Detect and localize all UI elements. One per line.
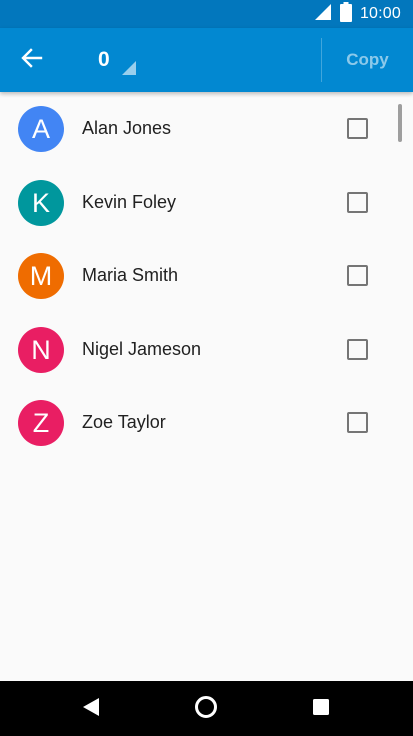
status-bar: 10:00 bbox=[0, 0, 413, 28]
contact-checkbox[interactable] bbox=[347, 118, 368, 139]
avatar: A bbox=[18, 106, 64, 152]
avatar: Z bbox=[18, 400, 64, 446]
contact-name: Alan Jones bbox=[82, 118, 172, 138]
contact-row[interactable]: K Kevin Foley bbox=[0, 166, 413, 239]
contact-row[interactable]: A Alan Jones bbox=[0, 92, 413, 165]
contact-row[interactable]: Z Zoe Taylor bbox=[0, 386, 413, 459]
contact-row[interactable]: M Maria Smith bbox=[0, 239, 413, 312]
dropdown-triangle-icon bbox=[122, 61, 136, 80]
back-triangle-icon bbox=[82, 697, 100, 722]
selected-count: 0 bbox=[98, 48, 110, 71]
contact-name: Nigel Jameson bbox=[82, 339, 202, 359]
contact-name: Zoe Taylor bbox=[82, 412, 166, 432]
app-bar: 0 Copy bbox=[0, 28, 413, 92]
back-button[interactable] bbox=[14, 42, 50, 78]
arrow-left-icon bbox=[21, 47, 43, 74]
contact-list: A Alan Jones K Kevin Foley M Maria Smith N Nige… bbox=[0, 92, 413, 681]
status-icons: 10:00 bbox=[314, 0, 401, 28]
signal-icon bbox=[314, 3, 332, 26]
contact-row[interactable]: N Nigel Jameson bbox=[0, 313, 413, 386]
battery-icon bbox=[339, 1, 352, 27]
contact-checkbox[interactable] bbox=[347, 192, 368, 213]
nav-back-button[interactable] bbox=[71, 689, 111, 729]
recents-square-icon bbox=[312, 698, 330, 721]
nav-home-button[interactable] bbox=[186, 689, 226, 729]
contact-name: Maria Smith bbox=[82, 265, 179, 285]
navigation-bar bbox=[0, 681, 413, 736]
screen: 10:00 0 Copy A Alan Jones K Kevin Foley M Mar… bbox=[0, 0, 413, 736]
avatar: K bbox=[18, 180, 64, 226]
copy-button[interactable]: Copy bbox=[322, 28, 413, 92]
contact-checkbox[interactable] bbox=[347, 412, 368, 433]
nav-recents-button[interactable] bbox=[301, 689, 341, 729]
avatar: M bbox=[18, 253, 64, 299]
contact-name: Kevin Foley bbox=[82, 192, 177, 212]
contact-checkbox[interactable] bbox=[347, 339, 368, 360]
contact-checkbox[interactable] bbox=[347, 265, 368, 286]
selected-count-dropdown[interactable]: 0 bbox=[88, 38, 138, 82]
avatar: N bbox=[18, 327, 64, 373]
scrollbar[interactable] bbox=[398, 104, 402, 142]
home-circle-icon bbox=[194, 695, 218, 724]
status-time: 10:00 bbox=[359, 5, 401, 22]
